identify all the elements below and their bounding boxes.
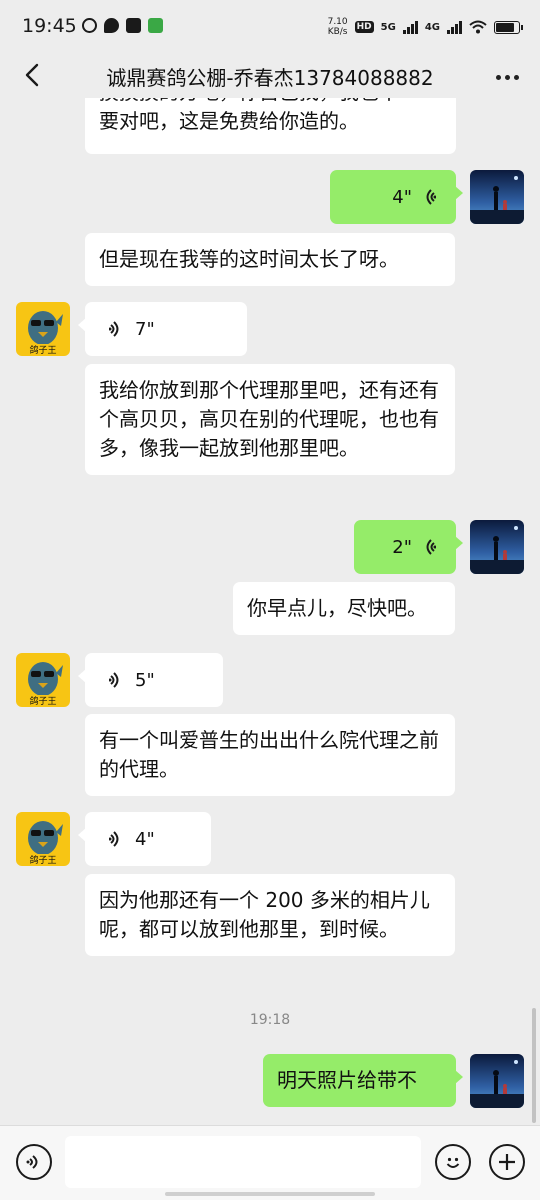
- contact-avatar[interactable]: 鸽子王: [16, 812, 70, 866]
- message-text: 因为他那还有一个 200 多米的相片儿呢，都可以放到他那里，到时候。: [99, 888, 430, 941]
- hd-indicator: HD: [354, 21, 374, 33]
- incoming-text-message[interactable]: 摸摸摸的方吧，你自己找，我也不 要对吧，这是免费给你造的。: [85, 98, 456, 154]
- voice-wave-icon: [109, 321, 119, 337]
- pigeon-avatar-image: 鸽子王: [16, 302, 70, 356]
- scrollbar[interactable]: [532, 1008, 536, 1123]
- voice-duration: 4": [135, 828, 155, 850]
- chat-header: 诚鼎赛鸽公棚-乔春杰13784088882: [0, 54, 540, 98]
- voice-duration: 7": [135, 318, 155, 340]
- my-avatar[interactable]: [470, 170, 524, 224]
- chat-title: 诚鼎赛鸽公棚-乔春杰13784088882: [106, 66, 434, 90]
- message-text: 明天照片给带不: [277, 1068, 417, 1092]
- status-time: 19:45: [22, 15, 77, 37]
- sim2-tech: 4G: [424, 21, 440, 33]
- app-notification-icon: [82, 18, 97, 33]
- my-avatar[interactable]: [470, 1054, 524, 1108]
- home-indicator: [165, 1192, 375, 1196]
- voice-wave-icon: [109, 672, 119, 688]
- emoji-button[interactable]: [435, 1144, 471, 1180]
- incoming-text-message[interactable]: 我给你放到那个代理那里吧，还有还有个高贝贝，高贝在别的代理呢，也也有多，像我一起…: [85, 364, 455, 475]
- chat-notification-icon: [104, 18, 119, 33]
- contact-avatar[interactable]: 鸽子王: [16, 302, 70, 356]
- pigeon-avatar-image: 鸽子王: [16, 812, 70, 866]
- svg-text:鸽子王: 鸽子王: [29, 695, 56, 707]
- night-sky-avatar-image: [470, 1054, 524, 1108]
- pigeon-avatar-image: 鸽子王: [16, 653, 70, 707]
- signal-icon: [402, 20, 418, 34]
- wifi-icon: [469, 20, 487, 34]
- sim1-tech: 5G: [380, 21, 396, 33]
- outgoing-voice-message[interactable]: 4": [330, 170, 463, 224]
- status-bar: 19:45 7.10 KB/s HD 5G 4G: [0, 0, 540, 54]
- plus-icon: [499, 1154, 515, 1170]
- voice-input-icon: [26, 1155, 38, 1169]
- message-text: 摸摸摸的方吧，你自己找，我也不: [99, 98, 442, 107]
- night-sky-avatar-image: [470, 520, 524, 574]
- outgoing-voice-message[interactable]: 2": [354, 520, 463, 574]
- message-text: 你早点儿，尽快吧。: [247, 596, 427, 620]
- contact-avatar[interactable]: 鸽子王: [16, 653, 70, 707]
- input-bar: [0, 1125, 540, 1200]
- incoming-voice-message[interactable]: 4": [78, 812, 211, 866]
- message-list[interactable]: 摸摸摸的方吧，你自己找，我也不 要对吧，这是免费给你造的。 4" 但是现在我等的…: [0, 98, 540, 1125]
- incoming-voice-message[interactable]: 7": [78, 302, 247, 356]
- voice-wave-icon: [109, 831, 119, 847]
- add-more-button[interactable]: [489, 1144, 525, 1180]
- incoming-text-message[interactable]: 因为他那还有一个 200 多米的相片儿呢，都可以放到他那里，到时候。: [85, 874, 455, 956]
- my-avatar[interactable]: [470, 520, 524, 574]
- back-arrow-icon: [25, 63, 39, 87]
- voice-wave-icon: [426, 539, 436, 555]
- message-text: 有一个叫爱普生的出出什么院代理之前的代理。: [99, 728, 439, 781]
- back-button[interactable]: [18, 60, 48, 90]
- signal-icon-2: [447, 20, 462, 34]
- voice-duration: 4": [392, 186, 412, 208]
- battery-fill: [496, 22, 514, 32]
- voice-duration: 5": [135, 669, 155, 691]
- svg-text:鸽子王: 鸽子王: [29, 344, 56, 356]
- svg-text:鸽子王: 鸽子王: [29, 854, 56, 866]
- message-text: 我给你放到那个代理那里吧，还有还有个高贝贝，高贝在别的代理呢，也也有多，像我一起…: [99, 378, 439, 460]
- voice-duration: 2": [392, 536, 412, 558]
- outgoing-text-message[interactable]: 明天照片给带不: [263, 1054, 463, 1107]
- night-sky-avatar-image: [470, 170, 524, 224]
- message-text: 但是现在我等的这时间太长了呀。: [99, 247, 399, 271]
- incoming-voice-message[interactable]: 5": [78, 653, 223, 707]
- more-options-button[interactable]: [492, 62, 522, 92]
- status-indicators: 7.10 KB/s HD 5G 4G: [327, 16, 523, 38]
- message-notification-icon: [126, 18, 141, 33]
- voice-input-button[interactable]: [16, 1144, 52, 1180]
- message-text: 要对吧，这是免费给你造的。: [99, 109, 359, 133]
- app-badge-icon: [148, 18, 163, 33]
- message-timestamp: 19:18: [249, 1012, 291, 1028]
- incoming-text-message[interactable]: 但是现在我等的这时间太长了呀。: [85, 233, 455, 286]
- message-input[interactable]: [65, 1136, 421, 1188]
- voice-wave-icon: [426, 189, 436, 205]
- net-speed: 7.10 KB/s: [327, 17, 348, 37]
- battery-icon: [494, 20, 523, 34]
- incoming-text-message[interactable]: 你早点儿，尽快吧。: [233, 582, 455, 635]
- emoji-icon: [446, 1157, 460, 1168]
- incoming-text-message[interactable]: 有一个叫爱普生的出出什么院代理之前的代理。: [85, 714, 455, 796]
